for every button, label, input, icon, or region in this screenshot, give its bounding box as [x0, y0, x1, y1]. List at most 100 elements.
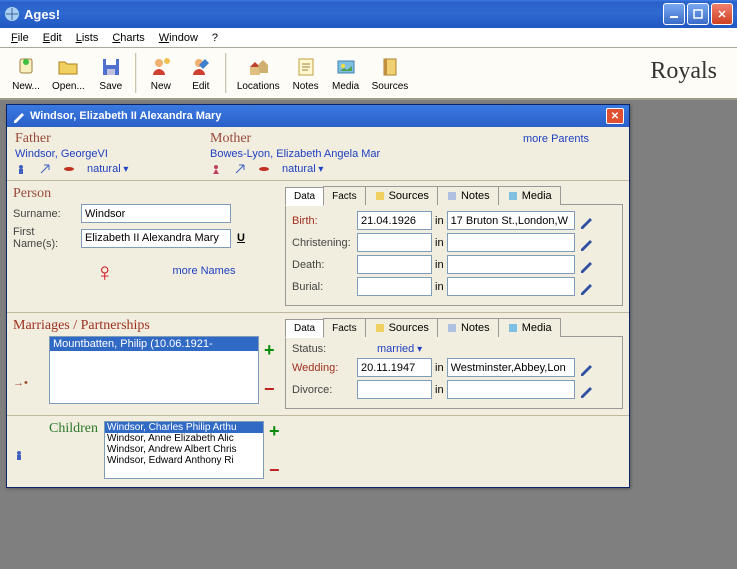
toolbar-open[interactable]: Open... — [46, 53, 91, 94]
burial-place-input[interactable] — [447, 277, 575, 296]
person-add-icon — [149, 55, 173, 79]
toolbar-sources[interactable]: Sources — [366, 53, 415, 94]
birth-edit-icon[interactable] — [579, 213, 595, 229]
menu-edit[interactable]: Edit — [36, 30, 69, 46]
marriage-goto-icon[interactable]: →• — [13, 377, 28, 389]
tab-facts[interactable]: Facts — [323, 186, 365, 205]
child-item[interactable]: Windsor, Andrew Albert Chris — [105, 444, 263, 455]
menu-help[interactable]: ? — [205, 30, 225, 46]
media-icon — [334, 55, 358, 79]
marriage-tab-media[interactable]: Media — [498, 318, 561, 337]
tab-media[interactable]: Media — [498, 186, 561, 205]
maximize-button[interactable] — [687, 3, 709, 25]
underline-button[interactable]: U — [234, 232, 248, 244]
tab-sources[interactable]: Sources — [365, 186, 438, 205]
toolbar: New... Open... Save New Edit Locations N… — [0, 48, 737, 100]
media-icon — [507, 190, 519, 202]
children-section-label: Children — [49, 421, 98, 437]
minimize-button[interactable] — [663, 3, 685, 25]
close-button[interactable] — [711, 3, 733, 25]
death-date-input[interactable] — [357, 255, 432, 274]
person-section-label: Person — [13, 186, 285, 202]
folder-icon — [56, 55, 80, 79]
add-child-button[interactable]: + — [269, 421, 280, 442]
divorce-edit-icon[interactable] — [579, 382, 595, 398]
death-edit-icon[interactable] — [579, 257, 595, 273]
remove-spouse-button[interactable]: − — [264, 379, 275, 400]
menu-file[interactable]: File — [4, 30, 36, 46]
divorce-place-input[interactable] — [447, 380, 575, 399]
menu-lists[interactable]: Lists — [69, 30, 106, 46]
child-item[interactable]: Windsor, Anne Elizabeth Alic — [105, 433, 263, 444]
child-goto-icon[interactable] — [13, 449, 25, 461]
tab-data[interactable]: Data — [285, 187, 324, 206]
father-expand-icon[interactable] — [39, 163, 51, 175]
christening-place-input[interactable] — [447, 233, 575, 252]
marriage-tab-data[interactable]: Data — [285, 319, 324, 338]
divorce-date-input[interactable] — [357, 380, 432, 399]
christening-edit-icon[interactable] — [579, 235, 595, 251]
father-relation-dropdown[interactable]: natural ▾ — [87, 163, 128, 175]
add-spouse-button[interactable]: + — [264, 340, 275, 361]
wedding-date-input[interactable] — [357, 358, 432, 377]
toolbar-save[interactable]: Save — [91, 53, 131, 94]
media-icon — [507, 322, 519, 334]
sources-icon — [374, 190, 386, 202]
toolbar-new-file[interactable]: New... — [6, 53, 46, 94]
remove-child-button[interactable]: − — [269, 460, 280, 481]
wedding-edit-icon[interactable] — [579, 360, 595, 376]
menu-bar: File Edit Lists Charts Window ? — [0, 28, 737, 48]
child-item[interactable]: Windsor, Charles Philip Arthu — [105, 422, 263, 433]
firstname-input[interactable] — [81, 229, 231, 248]
tab-notes[interactable]: Notes — [437, 186, 499, 205]
death-place-input[interactable] — [447, 255, 575, 274]
children-list[interactable]: Windsor, Charles Philip Arthu Windsor, A… — [104, 421, 264, 479]
toolbar-notes[interactable]: Notes — [286, 53, 326, 94]
mother-link[interactable]: Bowes-Lyon, Elizabeth Angela Mar — [210, 148, 405, 160]
spouse-item[interactable]: Mountbatten, Philip (10.06.1921- — [50, 337, 258, 351]
marriage-tab-notes[interactable]: Notes — [437, 318, 499, 337]
gender-icon[interactable]: ♀ — [95, 257, 115, 288]
person-edit-icon — [189, 55, 213, 79]
wedding-place-input[interactable] — [447, 358, 575, 377]
person-window-close[interactable]: ✕ — [606, 108, 624, 124]
mother-relation-dropdown[interactable]: natural ▾ — [282, 163, 323, 175]
person-window-title: Windsor, Elizabeth II Alexandra Mary — [30, 110, 606, 122]
father-goto-icon[interactable] — [15, 163, 27, 175]
spouse-list[interactable]: Mountbatten, Philip (10.06.1921- — [49, 336, 259, 404]
disk-icon — [99, 55, 123, 79]
toolbar-edit-person[interactable]: Edit — [181, 53, 221, 94]
child-item[interactable]: Windsor, Edward Anthony Ri — [105, 455, 263, 466]
status-dropdown[interactable]: married ▾ — [377, 343, 422, 355]
birth-place-input[interactable] — [447, 211, 575, 230]
document-title: Royals — [650, 58, 717, 85]
death-label: Death: — [292, 259, 357, 271]
burial-edit-icon[interactable] — [579, 279, 595, 295]
mother-remove-icon[interactable] — [258, 163, 270, 175]
mdi-area: Windsor, Elizabeth II Alexandra Mary ✕ F… — [0, 100, 737, 569]
menu-window[interactable]: Window — [152, 30, 205, 46]
marriage-tab-sources[interactable]: Sources — [365, 318, 438, 337]
mother-goto-icon[interactable] — [210, 163, 222, 175]
toolbar-media[interactable]: Media — [326, 53, 366, 94]
person-window-titlebar: Windsor, Elizabeth II Alexandra Mary ✕ — [7, 105, 629, 127]
more-parents-link[interactable]: more Parents — [523, 133, 589, 145]
christening-date-input[interactable] — [357, 233, 432, 252]
toolbar-new-person[interactable]: New — [141, 53, 181, 94]
houses-icon — [246, 55, 270, 79]
father-remove-icon[interactable] — [63, 163, 75, 175]
surname-input[interactable] — [81, 204, 231, 223]
notes-icon — [446, 190, 458, 202]
sources-icon — [374, 322, 386, 334]
divorce-label: Divorce: — [292, 384, 357, 396]
surname-label: Surname: — [13, 208, 81, 220]
pen-icon — [12, 109, 26, 123]
father-link[interactable]: Windsor, GeorgeVI — [15, 148, 210, 160]
more-names-link[interactable]: more Names — [173, 265, 236, 277]
menu-charts[interactable]: Charts — [105, 30, 151, 46]
mother-expand-icon[interactable] — [234, 163, 246, 175]
marriage-tab-facts[interactable]: Facts — [323, 318, 365, 337]
burial-date-input[interactable] — [357, 277, 432, 296]
birth-date-input[interactable] — [357, 211, 432, 230]
toolbar-locations[interactable]: Locations — [231, 53, 286, 94]
